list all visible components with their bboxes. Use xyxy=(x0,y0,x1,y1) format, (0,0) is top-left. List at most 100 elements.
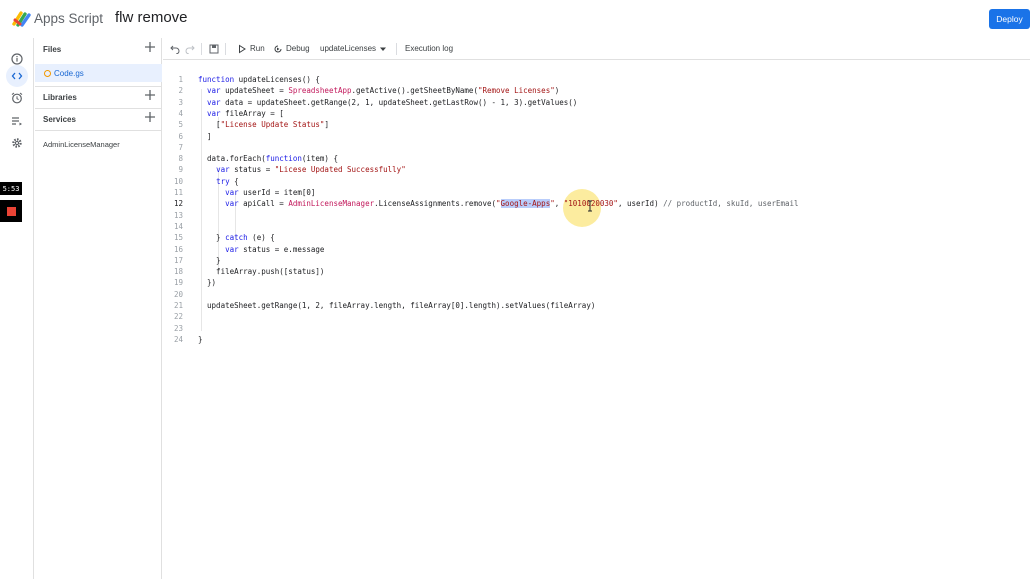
code-line[interactable]: 12 var apiCall = AdminLicenseManager.Lic… xyxy=(163,199,1030,210)
save-icon xyxy=(209,44,219,53)
line-number: 23 xyxy=(173,323,183,333)
code-text: ] xyxy=(198,131,212,141)
product-name: Apps Script xyxy=(34,11,104,26)
line-number: 8 xyxy=(178,154,183,164)
executions-button[interactable] xyxy=(6,110,28,132)
stop-recording-button[interactable] xyxy=(0,200,22,222)
code-line[interactable]: 14 xyxy=(163,222,1030,233)
playlist-icon xyxy=(12,117,22,126)
code-line[interactable]: 7 xyxy=(163,143,1030,154)
execution-log-button[interactable]: Execution log xyxy=(405,38,453,60)
top-bar: Apps Script flw remove Deploy xyxy=(0,0,1030,38)
line-number: 2 xyxy=(178,86,183,96)
add-file-icon[interactable] xyxy=(144,41,156,53)
code-line[interactable]: 10 try { xyxy=(163,177,1030,188)
project-title[interactable]: flw remove xyxy=(115,9,188,26)
line-number: 19 xyxy=(173,278,183,288)
files-panel: Files Code.gs Libraries Services AdminLi… xyxy=(35,38,162,579)
code-editor[interactable]: 1 function updateLicenses() {2 var update… xyxy=(163,61,1030,579)
code-line[interactable]: 19 }) xyxy=(163,278,1030,289)
triggers-button[interactable] xyxy=(6,87,28,109)
line-number: 5 xyxy=(178,120,183,130)
code-text: var data = updateSheet.getRange(2, 1, up… xyxy=(207,97,578,107)
code-line[interactable]: 9 var status = "Licese Updated Successfu… xyxy=(163,165,1030,176)
code-text: }) xyxy=(198,278,217,288)
run-label: Run xyxy=(250,44,265,53)
code-text: } catch (e) { xyxy=(198,233,275,243)
line-number: 11 xyxy=(173,188,183,197)
line-number: 7 xyxy=(178,142,183,152)
services-section-header: Services xyxy=(35,108,162,130)
toolbar-separator xyxy=(396,43,397,55)
code-line[interactable]: 22 xyxy=(163,312,1030,323)
libraries-heading: Libraries xyxy=(43,92,77,102)
code-line[interactable]: 4 var fileArray = [ xyxy=(163,109,1030,120)
code-text: var fileArray = [ xyxy=(207,108,284,118)
line-number: 10 xyxy=(173,176,183,186)
code-line[interactable]: 8 data.forEach(function(item) { xyxy=(163,154,1030,165)
gear-icon xyxy=(12,138,22,148)
toolbar-separator xyxy=(225,43,226,55)
add-library-icon[interactable] xyxy=(144,89,156,101)
code-text: data.forEach(function(item) { xyxy=(198,154,338,164)
code-line[interactable]: 1 function updateLicenses() { xyxy=(163,75,1030,86)
code-line[interactable]: 13 xyxy=(163,211,1030,222)
deploy-button[interactable]: Deploy xyxy=(989,9,1030,29)
editor-toolbar: Run Debug updateLicenses Execution log xyxy=(163,38,1030,60)
redo-button[interactable] xyxy=(185,38,195,60)
debug-icon xyxy=(274,45,282,52)
function-select[interactable]: updateLicenses xyxy=(320,38,387,60)
code-text: function updateLicenses() { xyxy=(198,75,320,84)
code-line[interactable]: 24} xyxy=(163,335,1030,346)
file-item-code-gs[interactable]: Code.gs xyxy=(35,64,162,82)
text-cursor-icon xyxy=(588,200,592,212)
script-file-icon xyxy=(44,69,51,77)
files-heading: Files xyxy=(43,44,62,54)
services-heading: Services xyxy=(43,114,76,124)
save-button[interactable] xyxy=(209,38,219,60)
line-number: 4 xyxy=(178,108,183,118)
stop-icon xyxy=(6,206,16,216)
code-line[interactable]: 21 updateSheet.getRange(1, 2, fileArray.… xyxy=(163,301,1030,312)
code-line[interactable]: 11 var userId = item[0] xyxy=(163,188,1030,199)
undo-icon xyxy=(170,45,180,54)
code-line[interactable]: 5 ["License Update Status"] xyxy=(163,120,1030,131)
toolbar-separator xyxy=(201,43,202,55)
code-text: try { xyxy=(216,176,239,186)
settings-button[interactable] xyxy=(6,132,28,154)
debug-label: Debug xyxy=(286,44,310,53)
debug-button[interactable]: Debug xyxy=(273,38,310,60)
line-number: 9 xyxy=(178,165,183,175)
code-line[interactable]: 20 xyxy=(163,290,1030,301)
undo-button[interactable] xyxy=(170,38,180,60)
line-number: 22 xyxy=(173,312,183,322)
line-number: 24 xyxy=(173,334,183,344)
code-line[interactable]: 23 xyxy=(163,324,1030,335)
code-line[interactable]: 17 } xyxy=(163,256,1030,267)
line-number: 16 xyxy=(173,244,183,254)
code-line[interactable]: 3 var data = updateSheet.getRange(2, 1, … xyxy=(163,98,1030,109)
code-line[interactable]: 6 ] xyxy=(163,132,1030,143)
editor-button[interactable] xyxy=(6,65,28,87)
divider xyxy=(35,130,162,131)
code-line[interactable]: 2 var updateSheet = SpreadsheetApp.getAc… xyxy=(163,86,1030,97)
code-text: updateSheet.getRange(1, 2, fileArray.len… xyxy=(198,301,596,310)
apps-script-logo-icon xyxy=(12,11,31,27)
left-rail: 5:53 xyxy=(0,38,34,579)
run-button[interactable]: Run xyxy=(237,38,265,60)
line-number: 14 xyxy=(173,221,183,231)
play-icon xyxy=(239,44,246,53)
line-number: 21 xyxy=(173,301,183,310)
line-number: 20 xyxy=(173,289,183,299)
file-name: Code.gs xyxy=(54,68,84,78)
line-number: 3 xyxy=(178,97,183,107)
code-line[interactable]: 16 var status = e.message xyxy=(163,245,1030,256)
code-line[interactable]: 15 } catch (e) { xyxy=(163,233,1030,244)
function-select-value: updateLicenses xyxy=(320,44,377,53)
code-icon xyxy=(11,72,23,80)
redo-icon xyxy=(185,45,195,54)
service-item-admin-license-manager[interactable]: AdminLicenseManager xyxy=(43,140,120,149)
add-service-icon[interactable] xyxy=(144,111,156,123)
alarm-clock-icon xyxy=(11,92,23,104)
code-line[interactable]: 18 fileArray.push([status]) xyxy=(163,267,1030,278)
